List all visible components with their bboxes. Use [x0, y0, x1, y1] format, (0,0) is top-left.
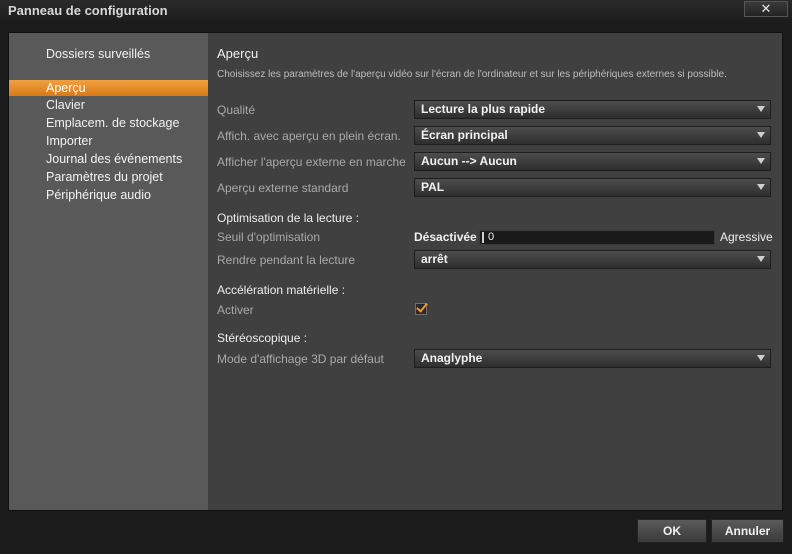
- close-icon: ✕: [760, 1, 772, 16]
- qualite-value: Lecture la plus rapide: [421, 102, 546, 116]
- chevron-down-icon: [757, 256, 765, 262]
- slider-min-label: Désactivée: [414, 230, 477, 244]
- externe-standard-label: Aperçu externe standard: [217, 181, 349, 195]
- activer-checkbox[interactable]: [415, 300, 428, 315]
- externe-standard-value: PAL: [421, 180, 445, 194]
- optimisation-heading: Optimisation de la lecture :: [217, 211, 360, 225]
- rendre-label: Rendre pendant la lecture: [217, 253, 356, 267]
- plein-ecran-label: Affich. avec aperçu en plein écran.: [217, 129, 401, 143]
- qualite-label: Qualité: [217, 103, 256, 117]
- chevron-down-icon: [757, 132, 765, 138]
- sidebar-item-journal-evenements[interactable]: Journal des événements: [9, 151, 208, 167]
- seuil-label: Seuil d'optimisation: [217, 230, 321, 244]
- title-bar: Panneau de configuration ✕: [0, 0, 792, 22]
- chevron-down-icon: [757, 106, 765, 112]
- slider-max-label: Agressive: [720, 230, 773, 244]
- plein-ecran-value: Écran principal: [421, 128, 508, 142]
- acceleration-heading: Accélération matérielle :: [217, 283, 346, 297]
- ok-button[interactable]: OK: [637, 519, 707, 543]
- mode-3d-select[interactable]: Anaglyphe: [414, 349, 771, 368]
- plein-ecran-select[interactable]: Écran principal: [414, 126, 771, 145]
- sidebar-item-parametres-projet[interactable]: Paramètres du projet: [9, 169, 208, 185]
- externe-marche-label: Afficher l'aperçu externe en marche: [217, 155, 406, 169]
- activer-label: Activer: [217, 303, 254, 317]
- sidebar-item-clavier[interactable]: Clavier: [9, 97, 208, 113]
- cancel-button[interactable]: Annuler: [711, 519, 784, 543]
- optimisation-slider[interactable]: 0: [479, 230, 715, 245]
- externe-standard-select[interactable]: PAL: [414, 178, 771, 197]
- sidebar-item-peripherique-audio[interactable]: Périphérique audio: [9, 187, 208, 203]
- checkmark-icon: [416, 300, 428, 313]
- externe-marche-select[interactable]: Aucun --> Aucun: [414, 152, 771, 171]
- window-title: Panneau de configuration: [8, 3, 168, 18]
- sidebar-item-apercu[interactable]: Aperçu: [9, 80, 208, 96]
- chevron-down-icon: [757, 184, 765, 190]
- page-title: Aperçu: [217, 46, 259, 61]
- chevron-down-icon: [757, 158, 765, 164]
- slider-handle[interactable]: [482, 232, 484, 243]
- rendre-value: arrêt: [421, 252, 448, 266]
- externe-marche-value: Aucun --> Aucun: [421, 154, 517, 168]
- chevron-down-icon: [757, 355, 765, 361]
- slider-value: 0: [488, 231, 495, 243]
- page-description: Choisissez les paramètres de l'aperçu vi…: [217, 69, 727, 80]
- mode-3d-label: Mode d'affichage 3D par défaut: [217, 352, 384, 366]
- stereo-heading: Stéréoscopique :: [217, 331, 308, 345]
- sidebar-item-importer[interactable]: Importer: [9, 133, 208, 149]
- rendre-select[interactable]: arrêt: [414, 250, 771, 269]
- settings-content: Aperçu Choisissez les paramètres de l'ap…: [208, 33, 782, 510]
- sidebar-item-dossiers-surveilles[interactable]: Dossiers surveillés: [9, 46, 208, 62]
- qualite-select[interactable]: Lecture la plus rapide: [414, 100, 771, 119]
- mode-3d-value: Anaglyphe: [421, 351, 483, 365]
- sidebar: Dossiers surveillés Aperçu Clavier Empla…: [9, 33, 208, 510]
- close-button[interactable]: ✕: [744, 1, 788, 17]
- sidebar-item-emplacement-stockage[interactable]: Emplacem. de stockage: [9, 115, 208, 131]
